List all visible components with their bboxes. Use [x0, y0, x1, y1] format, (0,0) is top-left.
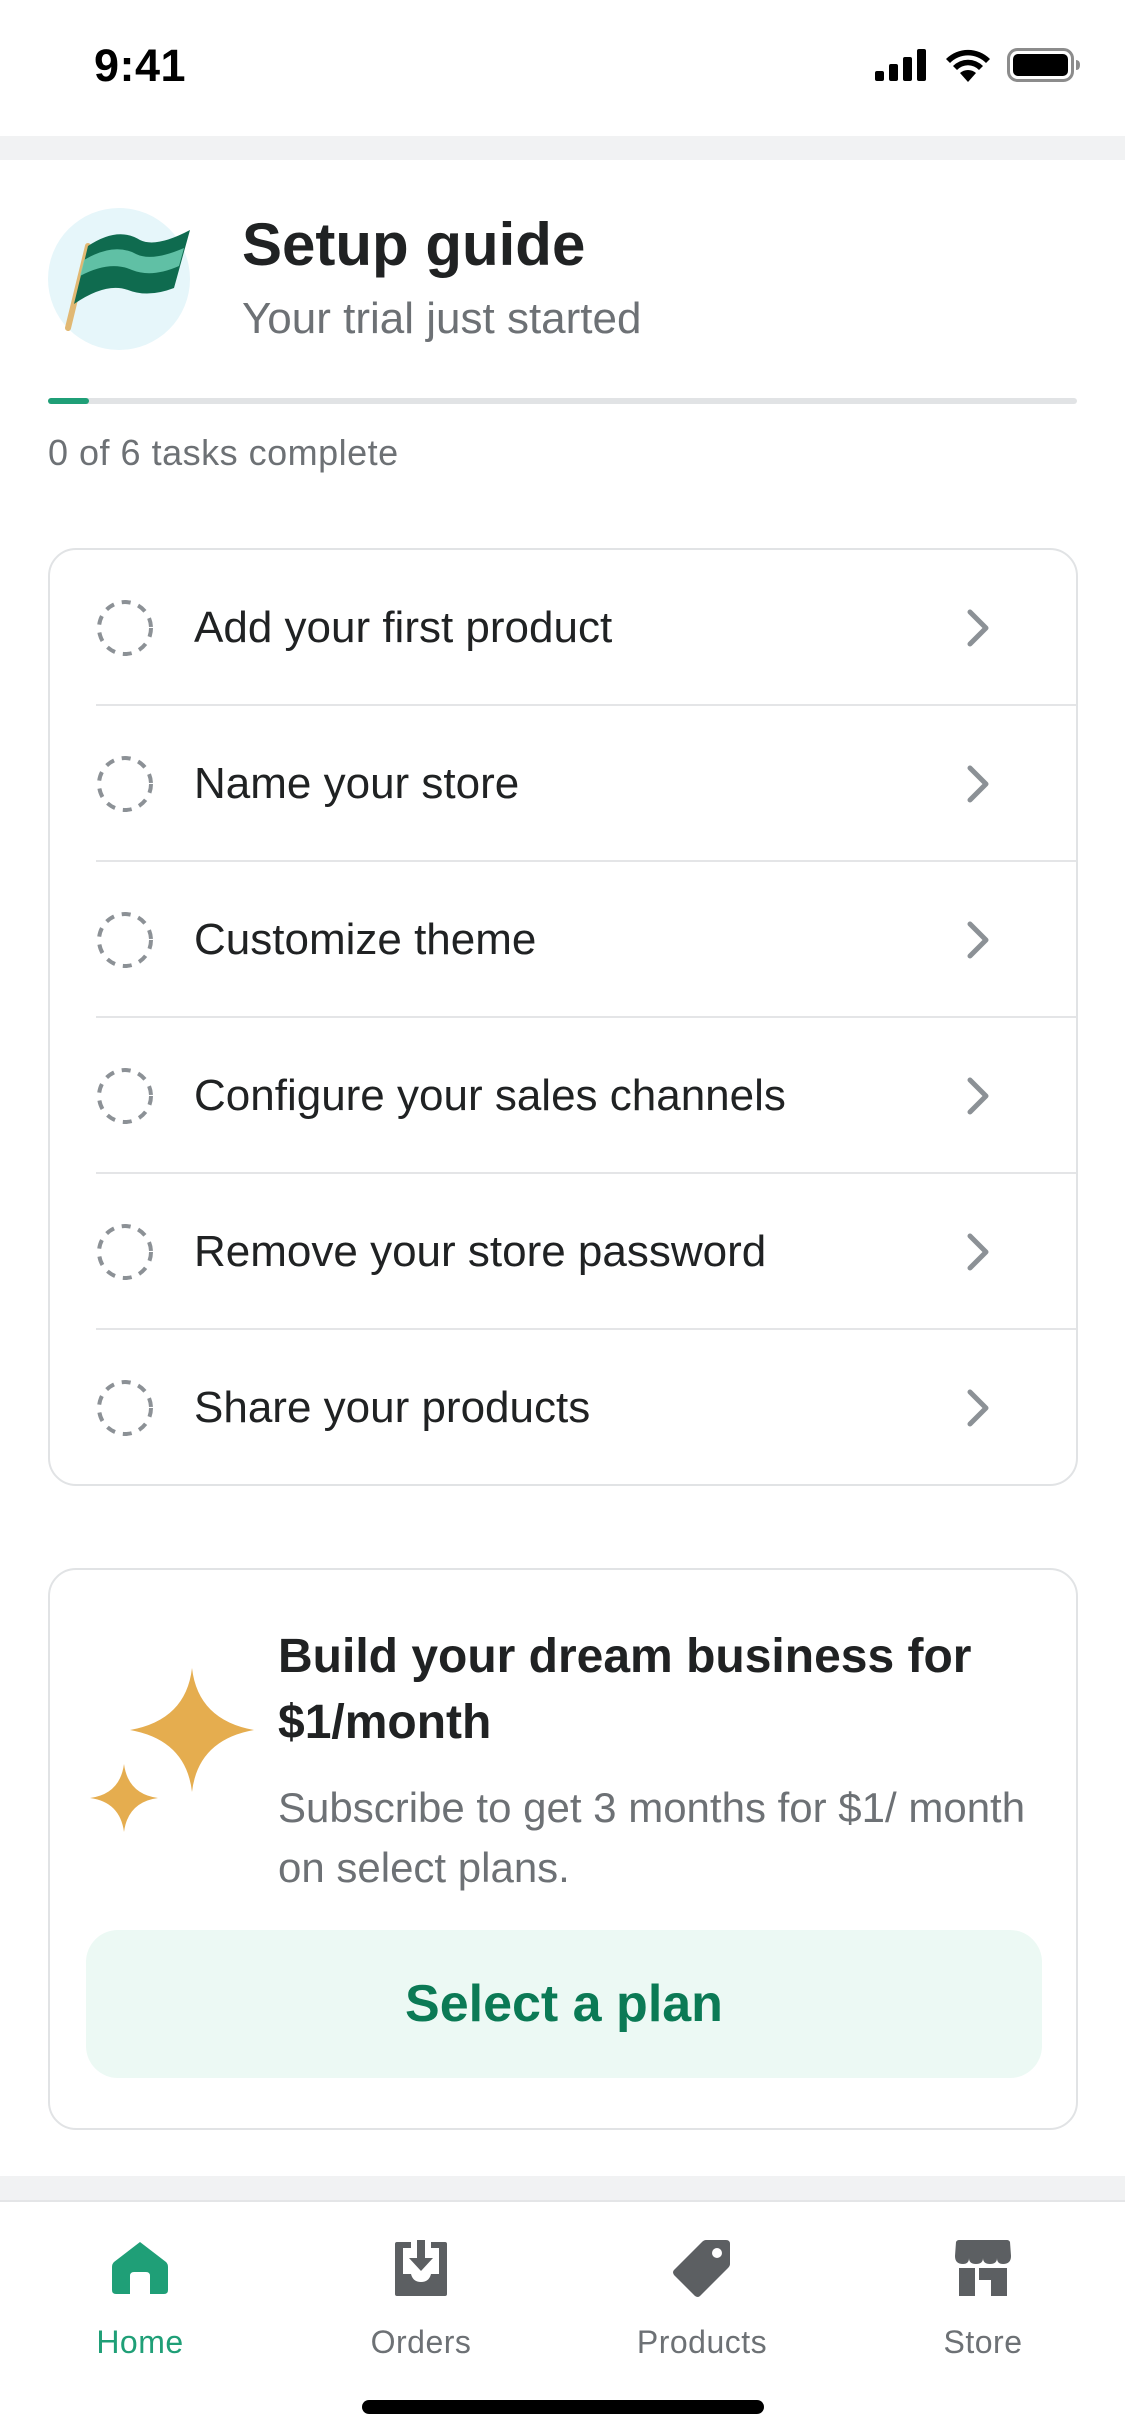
- wifi-icon: [946, 49, 990, 82]
- task-label: Remove your store password: [194, 1227, 767, 1276]
- status-bar: 9:41: [0, 0, 1125, 136]
- section-separator: [0, 2176, 1125, 2200]
- promo-description: Subscribe to get 3 months for $1/ month …: [278, 1784, 1026, 1891]
- progress-text: 0 of 6 tasks complete: [48, 432, 399, 473]
- chevron-right-icon: [967, 1233, 989, 1271]
- task-configure-sales-channels[interactable]: Configure your sales channels: [50, 1018, 1076, 1174]
- task-label: Share your products: [194, 1383, 591, 1432]
- home-icon: [112, 2242, 168, 2294]
- select-plan-button[interactable]: Select a plan: [86, 1930, 1042, 2078]
- incomplete-circle-icon: [97, 1380, 153, 1436]
- task-remove-store-password[interactable]: Remove your store password: [50, 1174, 1076, 1330]
- promo-card: Build your dream business for $1/month S…: [48, 1568, 1078, 2130]
- progress-bar: [48, 398, 1077, 404]
- incomplete-circle-icon: [97, 1068, 153, 1124]
- section-separator: [0, 136, 1125, 160]
- tab-label: Store: [943, 2324, 1023, 2360]
- tab-label: Products: [636, 2324, 768, 2360]
- task-add-first-product[interactable]: Add your first product: [50, 550, 1076, 706]
- chevron-right-icon: [967, 921, 989, 959]
- tab-label: Orders: [370, 2324, 472, 2360]
- task-label: Add your first product: [194, 603, 613, 652]
- incomplete-circle-icon: [97, 1224, 153, 1280]
- promo-title: Build your dream business for $1/month: [278, 1630, 972, 1749]
- sparkle-icon: [90, 1668, 254, 1832]
- progress-bar-fill: [48, 398, 90, 404]
- status-time: 9:41: [94, 40, 187, 91]
- tab-home[interactable]: Home: [30, 2232, 250, 2372]
- incomplete-circle-icon: [97, 600, 153, 656]
- tab-store[interactable]: Store: [873, 2232, 1093, 2372]
- status-icons: [875, 48, 1081, 82]
- task-list-card: Add your first product Name your store C…: [48, 548, 1078, 1486]
- task-share-products[interactable]: Share your products: [50, 1330, 1076, 1484]
- cellular-signal-icon: [875, 49, 926, 81]
- task-name-store[interactable]: Name your store: [50, 706, 1076, 862]
- chevron-right-icon: [967, 765, 989, 803]
- tab-products[interactable]: Products: [592, 2232, 812, 2372]
- setup-guide-title: Setup guide: [242, 211, 586, 278]
- task-label: Customize theme: [194, 915, 537, 964]
- task-label: Name your store: [194, 759, 520, 808]
- task-label: Configure your sales channels: [194, 1071, 786, 1120]
- flag-icon: [48, 208, 190, 350]
- task-customize-theme[interactable]: Customize theme: [50, 862, 1076, 1018]
- store-icon: [955, 2240, 1011, 2296]
- incomplete-circle-icon: [97, 756, 153, 812]
- home-indicator[interactable]: [362, 2400, 764, 2414]
- battery-icon: [1007, 48, 1080, 82]
- incomplete-circle-icon: [97, 912, 153, 968]
- tab-orders[interactable]: Orders: [311, 2232, 531, 2372]
- chevron-right-icon: [967, 1077, 989, 1115]
- tab-label: Home: [96, 2324, 184, 2360]
- orders-icon: [395, 2240, 447, 2296]
- chevron-right-icon: [967, 609, 989, 647]
- setup-guide-subtitle: Your trial just started: [242, 294, 642, 343]
- chevron-right-icon: [967, 1389, 989, 1427]
- tag-icon: [673, 2240, 730, 2297]
